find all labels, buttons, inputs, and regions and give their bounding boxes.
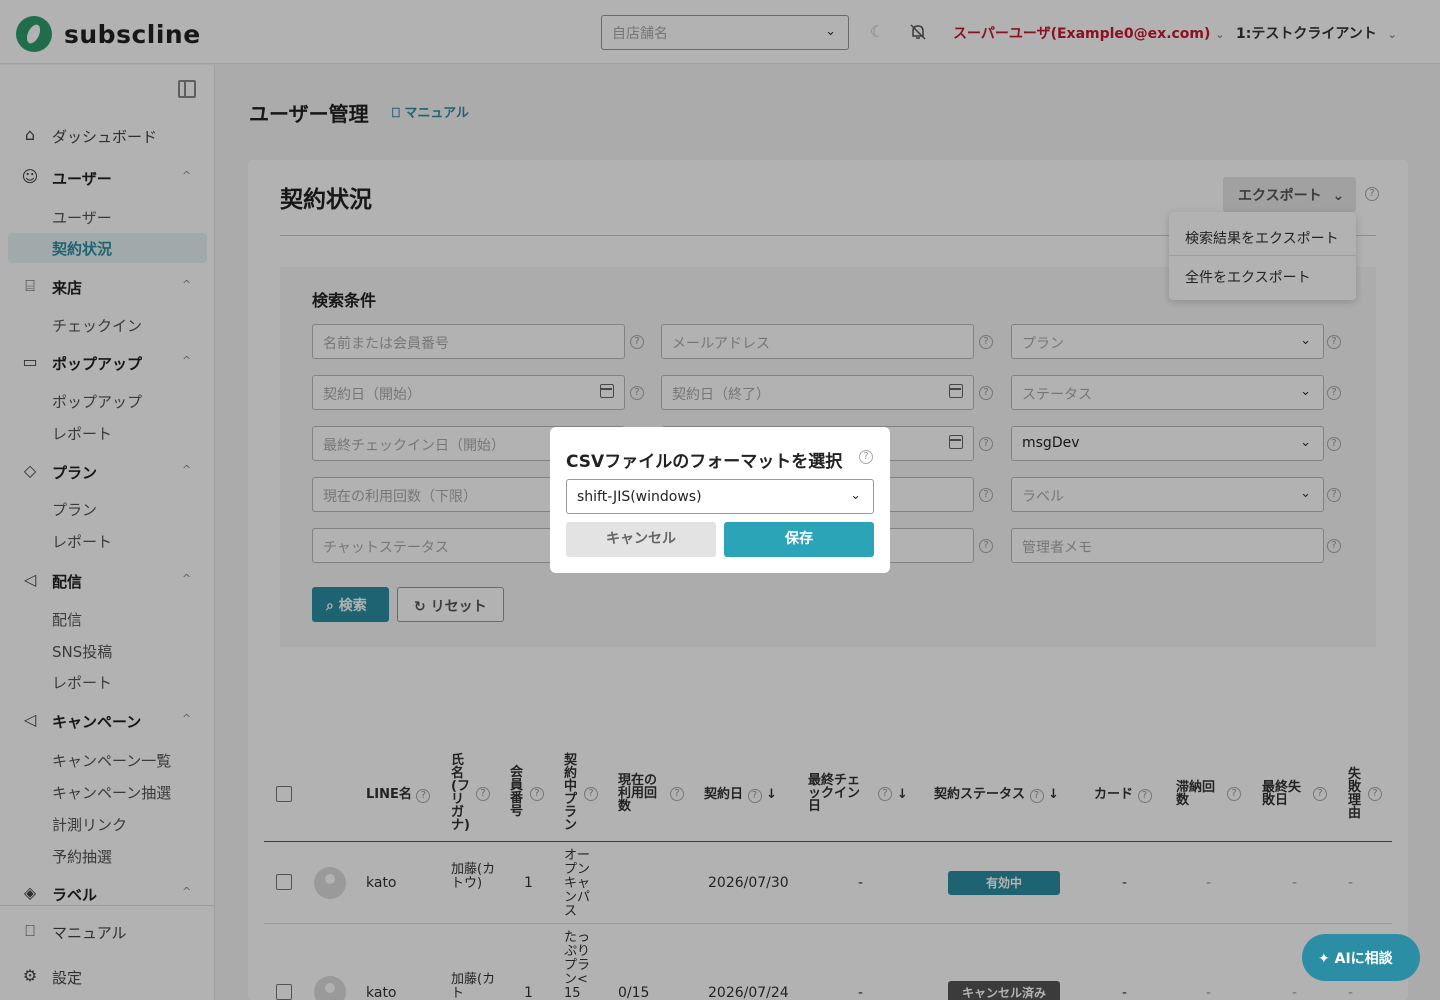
ai-chat-button[interactable]: ✦ AIに相談 [1302,934,1420,981]
sparkle-icon: ✦ [1318,951,1330,967]
save-button[interactable]: 保存 [724,522,874,557]
selected-value: shift-JIS(windows) [577,489,702,505]
cancel-button[interactable]: キャンセル [566,522,716,557]
dialog-title: CSVファイルのフォーマットを選択 [566,452,843,472]
csv-format-dialog: CSVファイルのフォーマットを選択 ? shift-JIS(windows) ⌄… [550,427,890,573]
chevron-down-icon: ⌄ [850,488,861,503]
ai-chat-label: AIに相談 [1334,951,1393,967]
help-icon[interactable]: ? [859,450,873,464]
csv-format-select[interactable]: shift-JIS(windows) ⌄ [566,479,874,514]
